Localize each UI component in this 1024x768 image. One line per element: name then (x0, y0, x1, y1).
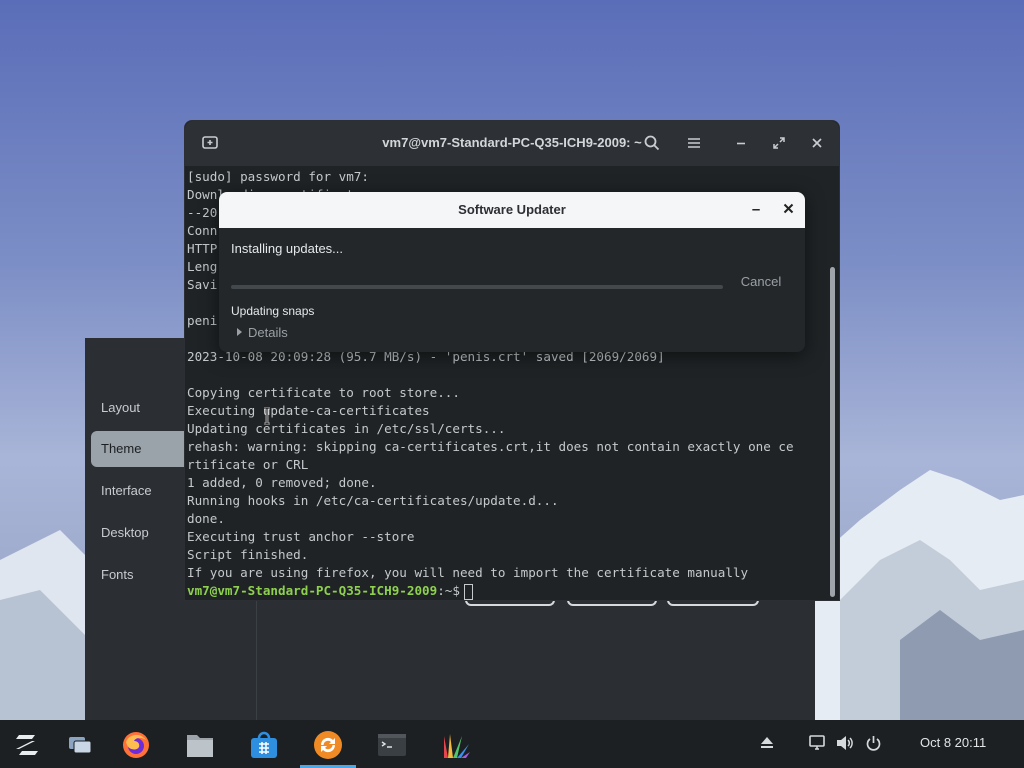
terminal-line: --20 (187, 205, 218, 220)
updater-task: Updating snaps (231, 304, 315, 318)
text-cursor (463, 583, 473, 600)
terminal-prompt: vm7@vm7-Standard-PC-Q35-ICH9-2009:~$ (187, 582, 473, 600)
terminal-line: Savi (187, 277, 218, 292)
appearance-icon[interactable] (439, 728, 473, 762)
terminal-line: rtificate or CRL (187, 457, 309, 472)
files-icon[interactable] (183, 728, 217, 762)
clock[interactable]: Oct 8 20:11 (920, 735, 986, 750)
terminal-line: HTTP (187, 241, 218, 256)
prompt-suffix: :~$ (437, 583, 460, 598)
terminal-line: Conn (187, 223, 218, 238)
sidebar-item-label: Fonts (101, 567, 134, 582)
updater-status: Installing updates... (231, 241, 344, 256)
volume-icon[interactable] (836, 735, 854, 753)
updater-progress-bar (231, 285, 723, 289)
terminal-titlebar[interactable]: vm7@vm7-Standard-PC-Q35-ICH9-2009: ~ (185, 121, 839, 166)
software-updater-icon[interactable] (311, 728, 345, 762)
taskbar: Oct 8 20:11 (0, 720, 1024, 768)
zorin-menu-icon[interactable] (10, 728, 44, 762)
sidebar-item-label: Desktop (101, 525, 149, 540)
terminal-line: Copying certificate to root store... (187, 385, 460, 400)
prompt-user: vm7@vm7-Standard-PC-Q35-ICH9-2009 (187, 583, 438, 598)
sidebar-item-label: Theme (101, 441, 142, 456)
terminal-line: done. (187, 511, 225, 526)
terminal-line: rehash: warning: skipping ca-certificate… (187, 439, 794, 454)
terminal-line: Script finished. (187, 547, 309, 562)
terminal-line: Executing trust anchor --store (187, 529, 415, 544)
eject-icon[interactable] (758, 735, 776, 753)
text-cursor-icon (264, 407, 270, 425)
details-label: Details (248, 325, 288, 340)
details-expander[interactable]: Details (237, 325, 288, 340)
terminal-icon[interactable] (375, 728, 409, 762)
cancel-button[interactable]: Cancel (731, 270, 791, 294)
power-icon[interactable] (864, 735, 882, 753)
close-icon[interactable] (778, 200, 798, 220)
updater-title: Software Updater (458, 202, 566, 217)
firefox-icon[interactable] (119, 728, 153, 762)
terminal-line: Executing update-ca-certificates (187, 403, 430, 418)
hamburger-menu-icon[interactable] (683, 132, 705, 154)
maximize-icon[interactable] (768, 132, 790, 154)
minimize-icon[interactable]: – (746, 200, 766, 220)
terminal-line: Leng (187, 259, 218, 274)
terminal-line: [sudo] password for vm7: (187, 169, 369, 184)
terminal-line: Running hooks in /etc/ca-certificates/up… (187, 493, 559, 508)
terminal-line: 1 added, 0 removed; done. (187, 475, 377, 490)
expand-triangle-icon (237, 328, 242, 336)
workspaces-icon[interactable] (63, 728, 97, 762)
terminal-line: peni (187, 313, 218, 328)
terminal-line: If you are using firefox, you will need … (187, 565, 749, 580)
search-icon[interactable] (641, 132, 663, 154)
updater-titlebar[interactable]: Software Updater – (219, 192, 805, 228)
sidebar-item-label: Layout (101, 400, 141, 415)
display-icon[interactable] (808, 735, 826, 753)
close-icon[interactable] (806, 132, 828, 154)
terminal-line: Updating certificates in /etc/ssl/certs.… (187, 421, 506, 436)
software-updater-dialog: Software Updater – Installing updates...… (219, 192, 805, 352)
minimize-icon[interactable] (730, 132, 752, 154)
terminal-scrollbar[interactable] (830, 267, 835, 597)
sidebar-item-label: Interface (101, 483, 152, 498)
software-store-icon[interactable] (247, 728, 281, 762)
